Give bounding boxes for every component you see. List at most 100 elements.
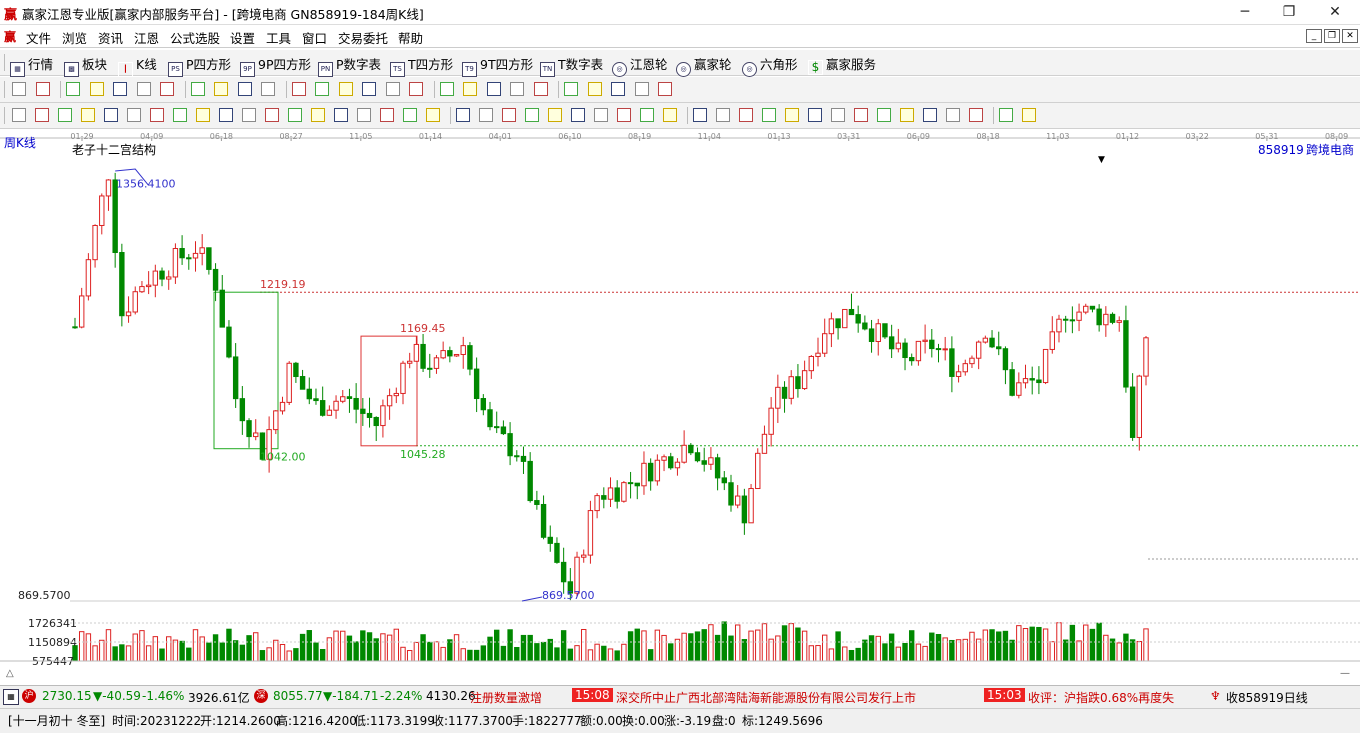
grid-3-icon[interactable] (617, 108, 631, 122)
line-1-icon[interactable] (456, 108, 470, 122)
news-headline-1[interactable]: 注册数量激增 (470, 689, 542, 706)
doc-icon[interactable] (66, 82, 80, 96)
print-icon[interactable] (634, 82, 649, 96)
toolbar-quotes-button[interactable]: ▦ 行情 (10, 54, 53, 77)
grid-lines-icon[interactable] (219, 108, 233, 122)
bars-4-icon[interactable] (104, 108, 118, 122)
export-icon[interactable] (658, 82, 672, 96)
news-headline-3[interactable]: 收评：沪指跌0.68%再度失 (1028, 689, 1198, 706)
toolbar-t-table-button[interactable]: TN T数字表 (540, 54, 603, 77)
lines-5-icon[interactable] (854, 108, 868, 122)
star-icon[interactable] (288, 108, 302, 122)
diamond-4-icon[interactable] (362, 82, 376, 96)
angle-icon[interactable] (548, 108, 562, 122)
bars-11-icon[interactable] (380, 108, 394, 122)
pen-icon[interactable] (12, 108, 26, 122)
menu-gann[interactable]: 江恩 (134, 28, 159, 47)
zigzag-icon[interactable] (571, 108, 585, 122)
infinity-icon[interactable] (1022, 108, 1036, 122)
lines-10-icon[interactable] (969, 108, 983, 122)
hatch-2-icon[interactable] (525, 108, 539, 122)
cursor-icon[interactable] (136, 82, 151, 96)
minimize-button[interactable]: ─ (1230, 2, 1260, 22)
save-icon[interactable] (611, 82, 625, 96)
first-icon[interactable] (237, 82, 252, 96)
lines-1-icon[interactable] (739, 108, 753, 122)
toolbar-service-button[interactable]: $ 赢家服务 (808, 54, 876, 75)
diamond-3-icon[interactable] (338, 82, 353, 96)
toolbar-9p-square-button[interactable]: 9P 9P四方形 (240, 54, 311, 77)
menu-window[interactable]: 窗口 (302, 28, 327, 47)
td-icon[interactable] (510, 82, 524, 96)
crosshair-icon[interactable] (463, 82, 477, 96)
status-right-label[interactable]: 收858919日线 (1226, 689, 1308, 706)
bars-3-icon[interactable] (81, 108, 95, 122)
bars-6-icon[interactable] (150, 108, 164, 122)
percent-cross-icon[interactable] (693, 108, 707, 122)
lines-4-icon[interactable] (831, 108, 845, 122)
calculator-icon[interactable]: ▦ (3, 689, 19, 705)
kline-chart[interactable]: 01-29 04-09 06-18 08-27 11-05 01-14 04-01 06-10… (0, 129, 1360, 685)
bars-8-icon[interactable] (242, 108, 256, 122)
bars-1-icon[interactable] (35, 108, 49, 122)
percent-icon[interactable] (716, 108, 730, 122)
mdi-restore-button[interactable]: ❐ (1324, 29, 1340, 43)
hand-icon[interactable] (439, 82, 454, 96)
mdi-minimize-button[interactable]: _ (1306, 29, 1322, 43)
bars-9-icon[interactable] (334, 108, 348, 122)
hatch-1-icon[interactable] (502, 108, 516, 122)
maximize-button[interactable]: ❐ (1274, 2, 1304, 22)
chart-small-icon[interactable] (89, 82, 104, 96)
bars-2-icon[interactable] (58, 108, 72, 122)
box-2-icon[interactable] (426, 108, 440, 122)
toolbar-t-square-button[interactable]: TS T四方形 (390, 54, 453, 77)
mdi-close-button[interactable]: ✕ (1342, 29, 1358, 43)
lines-6-icon[interactable] (877, 108, 891, 122)
calendar-icon[interactable] (564, 82, 578, 96)
toolbar-winner-wheel-button[interactable]: ◎ 赢家轮 (676, 54, 732, 77)
box-icon[interactable] (311, 108, 325, 122)
circle-2-icon[interactable] (265, 108, 279, 122)
hatch-3-icon[interactable] (640, 108, 654, 122)
lines-2-icon[interactable] (785, 108, 799, 122)
menu-tools[interactable]: 工具 (266, 28, 291, 47)
prev-icon[interactable] (190, 82, 205, 96)
lines-7-icon[interactable] (900, 108, 914, 122)
lines-3-icon[interactable] (808, 108, 822, 122)
fan-icon[interactable] (533, 82, 548, 96)
diamond-5-icon[interactable] (385, 82, 400, 96)
stock-face-icon[interactable] (35, 82, 50, 96)
menu-settings[interactable]: 设置 (230, 28, 255, 47)
menu-help[interactable]: 帮助 (398, 28, 423, 47)
toolbar-p-square-button[interactable]: PS P四方形 (168, 54, 231, 77)
menu-trade[interactable]: 交易委托 (338, 28, 388, 47)
diamond-1-icon[interactable] (291, 82, 306, 96)
line-2-icon[interactable] (479, 108, 493, 122)
toolbar-hexagon-button[interactable]: ◎ 六角形 (742, 54, 798, 77)
menu-formula[interactable]: 公式选股 (170, 28, 220, 47)
lines-8-icon[interactable] (923, 108, 937, 122)
calc-icon[interactable] (160, 82, 174, 96)
chart-area[interactable]: 01-29 04-09 06-18 08-27 11-05 01-14 04-01 06-10… (0, 129, 1360, 685)
trend-icon[interactable] (486, 82, 501, 96)
menu-file[interactable]: 文件 (26, 28, 51, 47)
bars-10-icon[interactable] (357, 108, 371, 122)
next-icon[interactable] (214, 82, 228, 96)
calculator-icon[interactable] (587, 82, 602, 96)
bars-12-icon[interactable] (403, 108, 417, 122)
window-menu-icon[interactable] (12, 82, 26, 96)
toolbar-gann-wheel-button[interactable]: ◎ 江恩轮 (612, 54, 668, 77)
toolbar-blocks-button[interactable]: ▩ 板块 (64, 54, 107, 77)
circle-3-icon[interactable] (762, 108, 776, 122)
bell-icon[interactable]: ♆ (1210, 689, 1221, 703)
toolbar-kline-button[interactable]: ┃ K线 (118, 54, 157, 77)
diamond-2-icon[interactable] (315, 82, 329, 96)
news-headline-2[interactable]: 深交所中止广西北部湾陆海新能源股份有限公司发行上市 (616, 689, 916, 706)
lines-9-icon[interactable] (946, 108, 960, 122)
bars-5-icon[interactable] (127, 108, 141, 122)
table-icon[interactable] (663, 108, 677, 122)
dots-icon[interactable] (113, 82, 127, 96)
taichi-icon[interactable] (999, 108, 1013, 122)
grid-2-icon[interactable] (594, 108, 608, 122)
circle-icon[interactable] (196, 108, 210, 122)
